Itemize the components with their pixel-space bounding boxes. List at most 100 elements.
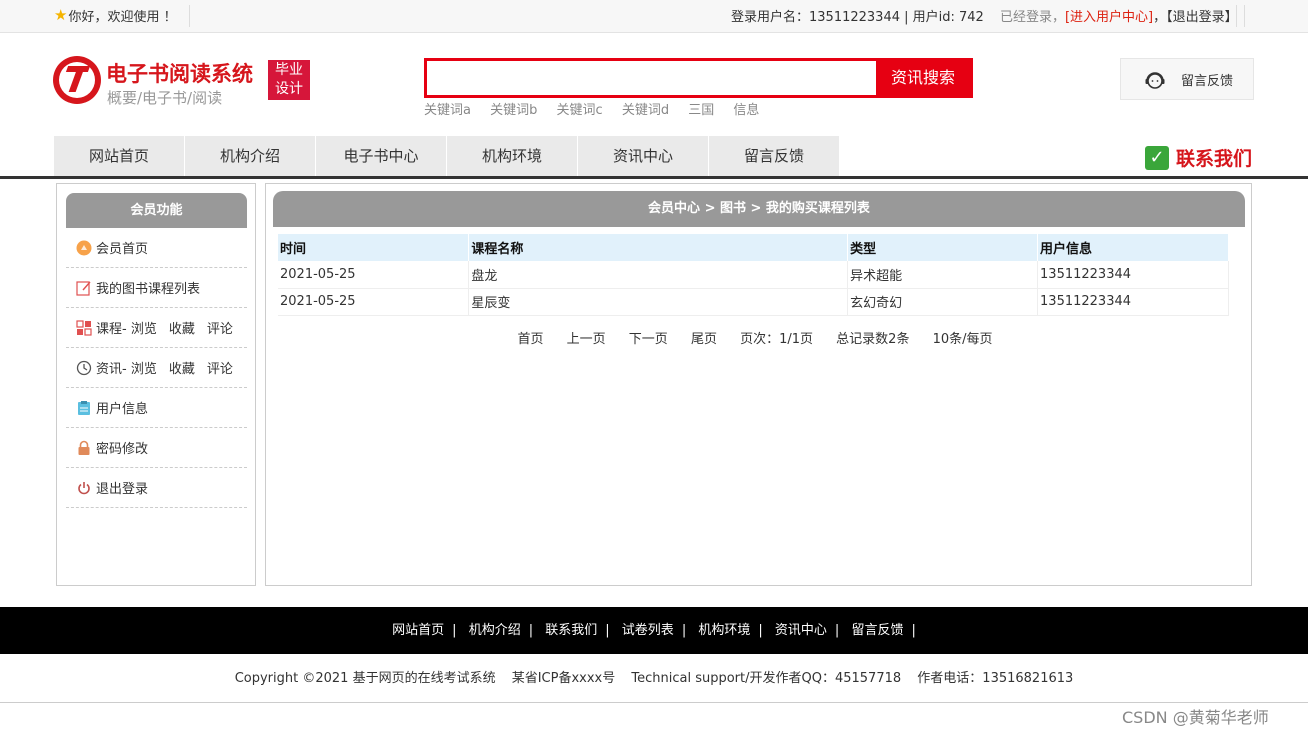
top-bar: ★ 你好，欢迎使用 ！ 登录用户名：13511223344 | 用户id: 74… xyxy=(0,0,1308,33)
footer-separator: | xyxy=(452,623,457,638)
sidebar-item-label: 课程- 浏览 xyxy=(96,322,157,337)
footer-link-home[interactable]: 网站首页 xyxy=(392,623,444,638)
nav-divider xyxy=(0,176,1308,179)
pager-last[interactable]: 尾页 xyxy=(691,332,717,347)
pager-first[interactable]: 首页 xyxy=(517,332,543,347)
pager-prev[interactable]: 上一页 xyxy=(567,332,606,347)
sidebar-item-logout[interactable]: 退出登录 xyxy=(66,468,247,508)
search-input[interactable] xyxy=(427,61,879,95)
pager-next[interactable]: 下一页 xyxy=(629,332,668,347)
favorite-link[interactable]: 收藏 xyxy=(169,318,195,337)
sidebar-item-my-courses[interactable]: 我的图书课程列表 xyxy=(66,268,247,308)
divider xyxy=(1244,5,1245,27)
footer-link-about[interactable]: 机构介绍 xyxy=(469,623,521,638)
customer-service-icon xyxy=(1145,72,1165,89)
icp-text: 某省ICP备xxxx号 xyxy=(511,671,616,686)
cell-time: 2021-05-25 xyxy=(278,261,470,289)
watermark: CSDN @黄菊华老师 xyxy=(1122,708,1269,727)
sidebar-item-label: 密码修改 xyxy=(96,442,149,457)
breadcrumb: 会员中心 > 图书 > 我的购买课程列表 xyxy=(273,191,1245,227)
sidebar-menu: 会员首页 我的图书课程列表 课程- 浏览 收藏 评论 资讯- 浏览 收藏 评论 … xyxy=(66,228,247,508)
contact-us-link[interactable]: ✓ 联系我们 xyxy=(1145,144,1252,171)
keyword-link[interactable]: 关键词d xyxy=(622,103,669,118)
contact-label: 联系我们 xyxy=(1176,148,1253,170)
logo-icon[interactable] xyxy=(53,56,101,104)
search-button[interactable]: 资讯搜索 xyxy=(876,61,970,95)
keyword-link[interactable]: 关键词b xyxy=(490,103,537,118)
feedback-label: 留言反馈 xyxy=(1181,74,1234,89)
footer-link-feedback[interactable]: 留言反馈 xyxy=(851,623,903,638)
edit-list-icon xyxy=(76,280,91,296)
column-header-course-name: 课程名称 xyxy=(468,234,849,261)
sidebar-item-member-home[interactable]: 会员首页 xyxy=(66,228,247,268)
footer-separator: | xyxy=(834,623,840,638)
sidebar-item-label: 我的图书课程列表 xyxy=(96,282,201,297)
site-subtitle: 概要/电子书/阅读 xyxy=(107,89,223,107)
separator: ， xyxy=(1153,10,1167,25)
nav-item-news[interactable]: 资讯中心 xyxy=(578,136,708,176)
column-header-time: 时间 xyxy=(278,234,470,261)
user-status: 登录用户名：13511223344 | 用户id: 742 已经登录，[进入用户… xyxy=(731,6,1238,25)
hot-keywords: 关键词a 关键词b 关键词c 关键词d 三国 信息 xyxy=(424,99,774,118)
keyword-link[interactable]: 三国 xyxy=(688,103,714,118)
column-header-type: 类型 xyxy=(847,234,1039,261)
home-circle-icon xyxy=(76,240,92,255)
sidebar-item-label: 会员首页 xyxy=(96,242,149,257)
badge-line: 毕业 xyxy=(275,62,303,78)
sidebar-item-course[interactable]: 课程- 浏览 收藏 评论 xyxy=(66,308,247,348)
support-text: Technical support/开发作者QQ：45157718 xyxy=(631,671,902,686)
feedback-button[interactable]: 留言反馈 xyxy=(1120,58,1254,100)
star-icon: ★ xyxy=(54,6,68,24)
sidebar-item-label: 退出登录 xyxy=(96,482,149,497)
nav-item-feedback[interactable]: 留言反馈 xyxy=(709,136,839,176)
nav-item-home[interactable]: 网站首页 xyxy=(54,136,184,176)
cell-type: 异术超能 xyxy=(847,261,1039,289)
table-row: 2021-05-25 星辰变 玄幻奇幻 13511223344 xyxy=(278,288,1229,316)
check-edit-icon: ✓ xyxy=(1145,145,1169,170)
footer-link-news[interactable]: 资讯中心 xyxy=(775,623,827,638)
cell-time: 2021-05-25 xyxy=(278,288,470,316)
search-box: 资讯搜索 xyxy=(424,58,973,98)
logged-status: 已经登录， xyxy=(999,10,1065,25)
footer-copyright: Copyright ©2021 基于网页的在线考试系统 某省ICP备xxxx号 … xyxy=(0,654,1308,703)
nav-item-environment[interactable]: 机构环境 xyxy=(447,136,577,176)
footer-separator: | xyxy=(758,623,763,638)
sidebar-item-password[interactable]: 密码修改 xyxy=(66,428,247,468)
phone-text: 作者电话：13516821613 xyxy=(917,671,1074,686)
logout-link[interactable]: 【退出登录】 xyxy=(1166,10,1238,25)
clipboard-icon xyxy=(78,400,90,415)
pager-total: 总记录数2条 xyxy=(836,332,910,347)
footer-link-papers[interactable]: 试卷列表 xyxy=(622,623,674,638)
cell-type: 玄幻奇幻 xyxy=(847,288,1039,316)
column-header-user-info: 用户信息 xyxy=(1037,234,1229,261)
login-user-info: 登录用户名：13511223344 | 用户id: 742 xyxy=(731,10,984,25)
nav-item-about[interactable]: 机构介绍 xyxy=(185,136,315,176)
clock-icon xyxy=(76,360,92,375)
favorite-link[interactable]: 收藏 xyxy=(169,358,195,377)
sidebar-item-user-info[interactable]: 用户信息 xyxy=(66,388,247,428)
grid-icon xyxy=(76,319,92,336)
main-panel: 会员中心 > 图书 > 我的购买课程列表 时间 课程名称 类型 用户信息 202… xyxy=(265,183,1252,586)
welcome-message: ★ 你好，欢迎使用 ！ xyxy=(54,6,177,26)
sidebar-item-news[interactable]: 资讯- 浏览 收藏 评论 xyxy=(66,348,247,388)
divider xyxy=(1236,5,1237,27)
copyright-text: Copyright ©2021 基于网页的在线考试系统 xyxy=(234,671,496,686)
footer-separator: | xyxy=(681,623,687,638)
footer-separator: | xyxy=(911,623,916,638)
sidebar-item-label: 用户信息 xyxy=(96,402,149,417)
purchased-courses-table: 时间 课程名称 类型 用户信息 2021-05-25 盘龙 异术超能 13511… xyxy=(278,234,1229,316)
cell-user-info: 13511223344 xyxy=(1037,261,1229,289)
comment-link[interactable]: 评论 xyxy=(207,318,233,337)
keyword-link[interactable]: 关键词a xyxy=(424,103,471,118)
nav-item-ebooks[interactable]: 电子书中心 xyxy=(316,136,446,176)
user-center-link[interactable]: [进入用户中心] xyxy=(1065,10,1153,25)
keyword-link[interactable]: 关键词c xyxy=(557,103,603,118)
divider xyxy=(189,5,190,27)
comment-link[interactable]: 评论 xyxy=(207,358,233,377)
keyword-link[interactable]: 信息 xyxy=(733,103,759,118)
footer-link-environment[interactable]: 机构环境 xyxy=(698,623,750,638)
welcome-text: 你好，欢迎使用 ！ xyxy=(68,10,177,25)
table-row: 2021-05-25 盘龙 异术超能 13511223344 xyxy=(278,261,1229,289)
pager-per-page: 10条/每页 xyxy=(932,332,993,347)
footer-link-contact[interactable]: 联系我们 xyxy=(545,623,597,638)
